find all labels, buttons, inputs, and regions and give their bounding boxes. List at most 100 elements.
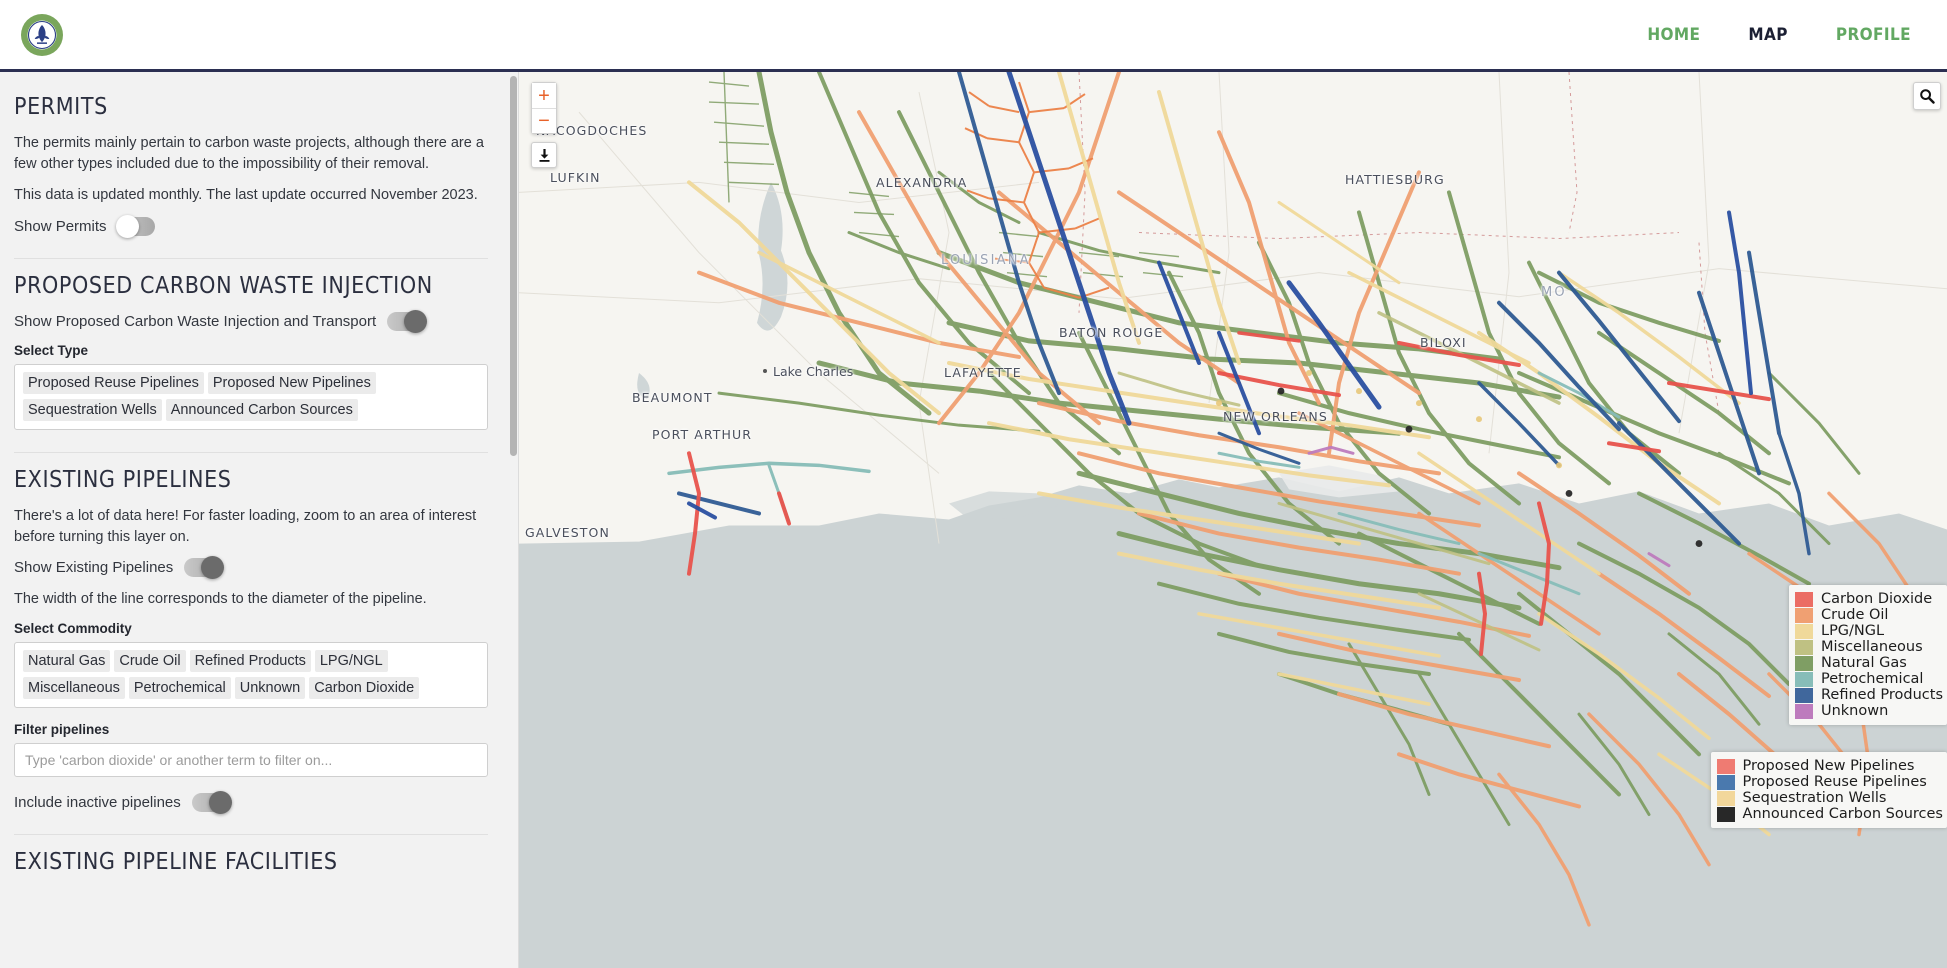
show-proposed-toggle[interactable]	[387, 312, 424, 331]
tag-natural-gas[interactable]: Natural Gas	[23, 650, 110, 672]
section-permits: PERMITS The permits mainly pertain to ca…	[14, 94, 488, 256]
legend-row: Unknown	[1795, 703, 1943, 719]
map-search-button[interactable]	[1913, 82, 1941, 110]
app-header: HOME MAP PROFILE	[0, 0, 1947, 72]
include-inactive-row: Include inactive pipelines	[14, 793, 488, 812]
show-existing-toggle[interactable]	[184, 558, 221, 577]
filter-pipelines-label: Filter pipelines	[14, 722, 488, 737]
nav-link-map[interactable]: MAP	[1748, 25, 1787, 45]
legend-swatch-sequestration-wells	[1717, 791, 1735, 806]
toggle-knob	[116, 215, 139, 238]
download-button[interactable]	[531, 142, 557, 168]
proposed-heading: PROPOSED CARBON WASTE INJECTION	[14, 273, 488, 299]
app-root: HOME MAP PROFILE PERMITS The permits mai…	[0, 0, 1947, 968]
download-icon	[537, 148, 552, 163]
divider	[14, 258, 488, 259]
permits-description-1: The permits mainly pertain to carbon was…	[14, 133, 488, 174]
existing-description-1: There's a lot of data here! For faster l…	[14, 506, 488, 547]
legend-row: Announced Carbon Sources	[1717, 806, 1943, 822]
legend-swatch-refined-products	[1795, 688, 1813, 703]
tag-refined-products[interactable]: Refined Products	[190, 650, 311, 672]
legend-label-carbon-dioxide: Carbon Dioxide	[1813, 591, 1932, 607]
legend-swatch-natural-gas	[1795, 656, 1813, 671]
pipeline-map[interactable]: NACOGDOCHES LUFKIN ALEXANDRIA HATTIESBUR…	[519, 72, 1947, 968]
legend-swatch-lpg-ngl	[1795, 624, 1813, 639]
nav-link-home[interactable]: HOME	[1647, 25, 1700, 45]
show-permits-label: Show Permits	[14, 218, 107, 235]
sidebar-scrollbar[interactable]	[510, 72, 517, 968]
legend-swatch-carbon-dioxide	[1795, 592, 1813, 607]
section-proposed-carbon-waste-injection: PROPOSED CARBON WASTE INJECTION Show Pro…	[14, 273, 488, 450]
select-type-label: Select Type	[14, 343, 488, 358]
tag-lpg-ngl[interactable]: LPG/NGL	[315, 650, 388, 672]
select-commodity-label: Select Commodity	[14, 621, 488, 636]
include-inactive-label: Include inactive pipelines	[14, 794, 181, 811]
legend-row: LPG/NGL	[1795, 623, 1943, 639]
toggle-knob	[209, 791, 232, 814]
layer-control-sidebar: PERMITS The permits mainly pertain to ca…	[0, 72, 519, 968]
legend-label-proposed-reuse-pipelines: Proposed Reuse Pipelines	[1735, 774, 1927, 790]
section-existing-pipelines: EXISTING PIPELINES There's a lot of data…	[14, 467, 488, 832]
main-navigation: HOME MAP PROFILE	[1647, 25, 1911, 45]
legend-swatch-miscellaneous	[1795, 640, 1813, 655]
legend-swatch-announced-carbon-sources	[1717, 807, 1735, 822]
permits-heading: PERMITS	[14, 94, 488, 120]
legend-row: Natural Gas	[1795, 655, 1943, 671]
legend-swatch-proposed-reuse-pipelines	[1717, 775, 1735, 790]
legend-label-lpg-ngl: LPG/NGL	[1813, 623, 1884, 639]
tag-announced-carbon-sources[interactable]: Announced Carbon Sources	[166, 399, 358, 421]
toggle-knob	[201, 556, 224, 579]
legend-row: Carbon Dioxide	[1795, 591, 1943, 607]
tag-carbon-dioxide[interactable]: Carbon Dioxide	[309, 677, 419, 699]
sidebar-scroll-content: PERMITS The permits mainly pertain to ca…	[0, 72, 518, 968]
filter-pipelines-input[interactable]	[14, 743, 488, 777]
legend-row: Proposed New Pipelines	[1717, 758, 1943, 774]
toggle-knob	[404, 310, 427, 333]
show-proposed-row: Show Proposed Carbon Waste Injection and…	[14, 312, 488, 331]
zoom-in-button[interactable]: +	[532, 83, 556, 108]
show-permits-toggle[interactable]	[118, 217, 155, 236]
search-icon	[1919, 88, 1935, 104]
sidebar-scrollbar-thumb[interactable]	[510, 76, 517, 456]
select-type-tagbox[interactable]: Proposed Reuse Pipelines Proposed New Pi…	[14, 364, 488, 430]
legend-label-sequestration-wells: Sequestration Wells	[1735, 790, 1887, 806]
legend-swatch-petrochemical	[1795, 672, 1813, 687]
legend-label-crude-oil: Crude Oil	[1813, 607, 1888, 623]
divider	[14, 834, 488, 835]
tag-sequestration-wells[interactable]: Sequestration Wells	[23, 399, 162, 421]
legend-proposed: Proposed New Pipelines Proposed Reuse Pi…	[1711, 752, 1947, 828]
include-inactive-toggle[interactable]	[192, 793, 229, 812]
legend-label-refined-products: Refined Products	[1813, 687, 1943, 703]
tag-proposed-reuse-pipelines[interactable]: Proposed Reuse Pipelines	[23, 372, 204, 394]
zoom-out-button[interactable]: −	[532, 108, 556, 133]
nav-link-profile[interactable]: PROFILE	[1836, 25, 1911, 45]
map-canvas	[519, 72, 1947, 968]
seal-logo-icon	[20, 13, 64, 57]
facilities-heading: EXISTING PIPELINE FACILITIES	[14, 849, 488, 875]
select-commodity-tagbox[interactable]: Natural Gas Crude Oil Refined Products L…	[14, 642, 488, 708]
section-existing-pipeline-facilities: EXISTING PIPELINE FACILITIES	[14, 849, 488, 904]
existing-pipelines-heading: EXISTING PIPELINES	[14, 467, 488, 493]
tag-unknown[interactable]: Unknown	[235, 677, 305, 699]
tag-petrochemical[interactable]: Petrochemical	[129, 677, 231, 699]
legend-row: Sequestration Wells	[1717, 790, 1943, 806]
legend-label-proposed-new-pipelines: Proposed New Pipelines	[1735, 758, 1915, 774]
legend-label-unknown: Unknown	[1813, 703, 1888, 719]
legend-row: Proposed Reuse Pipelines	[1717, 774, 1943, 790]
tag-proposed-new-pipelines[interactable]: Proposed New Pipelines	[208, 372, 376, 394]
show-permits-row: Show Permits	[14, 217, 488, 236]
legend-swatch-proposed-new-pipelines	[1717, 759, 1735, 774]
legend-row: Refined Products	[1795, 687, 1943, 703]
legend-swatch-unknown	[1795, 704, 1813, 719]
tag-crude-oil[interactable]: Crude Oil	[114, 650, 185, 672]
site-logo[interactable]	[20, 13, 64, 57]
legend-label-miscellaneous: Miscellaneous	[1813, 639, 1923, 655]
legend-row: Miscellaneous	[1795, 639, 1943, 655]
existing-description-2: The width of the line corresponds to the…	[14, 589, 488, 610]
legend-label-petrochemical: Petrochemical	[1813, 671, 1923, 687]
show-existing-label: Show Existing Pipelines	[14, 559, 173, 576]
legend-swatch-crude-oil	[1795, 608, 1813, 623]
legend-label-announced-carbon-sources: Announced Carbon Sources	[1735, 806, 1943, 822]
tag-miscellaneous[interactable]: Miscellaneous	[23, 677, 125, 699]
legend-commodity: Carbon Dioxide Crude Oil LPG/NGL Miscell…	[1789, 585, 1947, 725]
